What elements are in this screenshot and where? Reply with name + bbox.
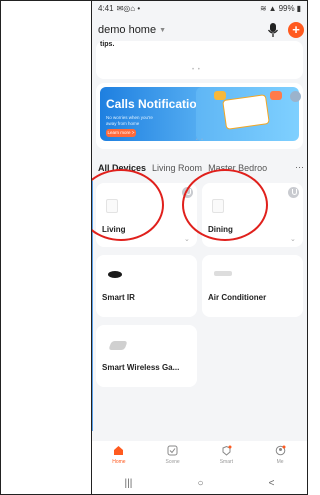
tips-card[interactable]: tips. • • bbox=[96, 41, 303, 79]
home-selector[interactable]: demo home bbox=[98, 24, 156, 36]
bottom-navigation: Home Scene Smart Me bbox=[92, 441, 307, 473]
tab-living-room[interactable]: Living Room bbox=[152, 163, 202, 173]
nav-label: Home bbox=[112, 459, 126, 465]
banner-close-icon[interactable] bbox=[290, 91, 301, 102]
add-device-button[interactable]: + bbox=[288, 22, 304, 38]
smart-plug-icon bbox=[212, 199, 224, 213]
device-card-smart-ir[interactable]: Smart IR bbox=[96, 255, 197, 317]
caret-down-icon[interactable]: ▼ bbox=[159, 27, 166, 34]
more-tabs-button[interactable]: ··· bbox=[295, 162, 304, 172]
carousel-dots: • • bbox=[196, 137, 204, 143]
device-card-dining[interactable]: Dining ⌄ bbox=[202, 183, 303, 247]
left-blank-panel bbox=[0, 0, 92, 495]
status-notification-icons: ✉◎⌂ • bbox=[116, 3, 141, 13]
chevron-down-icon[interactable]: ⌄ bbox=[290, 235, 296, 243]
microphone-icon[interactable] bbox=[267, 22, 279, 38]
recents-button[interactable]: ||| bbox=[125, 478, 133, 489]
air-conditioner-icon bbox=[214, 271, 232, 276]
status-bar: 4:41 ✉◎⌂ • ≋ ▲ 99% ▮ bbox=[92, 1, 307, 15]
tab-all-devices[interactable]: All Devices bbox=[98, 163, 146, 173]
device-name: Dining bbox=[208, 225, 233, 234]
nav-smart[interactable]: Smart bbox=[200, 441, 254, 473]
nav-home[interactable]: Home bbox=[92, 441, 146, 473]
device-name: Smart IR bbox=[102, 293, 135, 302]
chat-bubble-icon bbox=[214, 91, 226, 100]
wifi-icon: ≋ bbox=[259, 3, 267, 13]
device-name: Air Conditioner bbox=[208, 293, 267, 302]
nav-label: Scene bbox=[165, 459, 180, 465]
learn-more-button[interactable]: Learn more > bbox=[106, 129, 136, 137]
banner-title: Calls Notification bbox=[106, 97, 205, 111]
device-card-living[interactable]: Living ⌄ bbox=[96, 183, 197, 247]
carousel-dots: • • bbox=[192, 67, 201, 73]
smart-icon bbox=[222, 445, 232, 456]
status-time: 4:41 bbox=[98, 3, 114, 13]
back-button[interactable]: < bbox=[269, 478, 275, 489]
frame-border-right bbox=[307, 0, 308, 495]
device-card-air-conditioner[interactable]: Air Conditioner bbox=[202, 255, 303, 317]
nav-me[interactable]: Me bbox=[253, 441, 307, 473]
tips-text: tips. bbox=[100, 41, 115, 48]
nav-scene[interactable]: Scene bbox=[146, 441, 200, 473]
scroll-edge bbox=[92, 181, 93, 431]
nav-label: Me bbox=[276, 459, 284, 465]
gateway-icon bbox=[108, 341, 128, 350]
phone-screen: 4:41 ✉◎⌂ • ≋ ▲ 99% ▮ demo home ▼ + tips.… bbox=[92, 1, 307, 494]
scene-icon bbox=[167, 445, 178, 456]
banner-card[interactable]: Calls Notification No worries when you'r… bbox=[96, 83, 303, 149]
smart-plug-icon bbox=[106, 199, 118, 213]
battery-icon: ▮ bbox=[296, 3, 301, 13]
home-icon bbox=[114, 446, 124, 455]
battery-level: 99% bbox=[278, 3, 295, 13]
room-tabs: All Devices Living Room Master Bedroo ··… bbox=[92, 161, 307, 175]
device-name: Living bbox=[102, 225, 126, 234]
ir-remote-icon bbox=[108, 271, 122, 278]
device-name: Smart Wireless Ga... bbox=[102, 363, 180, 372]
banner-subtitle: No worries when you're away from home bbox=[106, 115, 153, 126]
power-icon[interactable] bbox=[288, 187, 299, 198]
me-icon bbox=[275, 445, 286, 456]
power-icon[interactable] bbox=[182, 187, 193, 198]
chat-bubble-icon bbox=[270, 91, 282, 100]
system-navigation-bar: ||| ○ < bbox=[92, 473, 307, 494]
signal-icon: ▲ bbox=[268, 3, 277, 13]
nav-label: Smart bbox=[219, 459, 234, 465]
chevron-down-icon[interactable]: ⌄ bbox=[184, 235, 190, 243]
phone-illustration-icon bbox=[222, 94, 270, 130]
home-button[interactable]: ○ bbox=[197, 478, 203, 489]
device-card-smart-wireless-gateway[interactable]: Smart Wireless Ga... bbox=[96, 325, 197, 387]
tab-master-bedroom[interactable]: Master Bedroo bbox=[208, 163, 267, 173]
